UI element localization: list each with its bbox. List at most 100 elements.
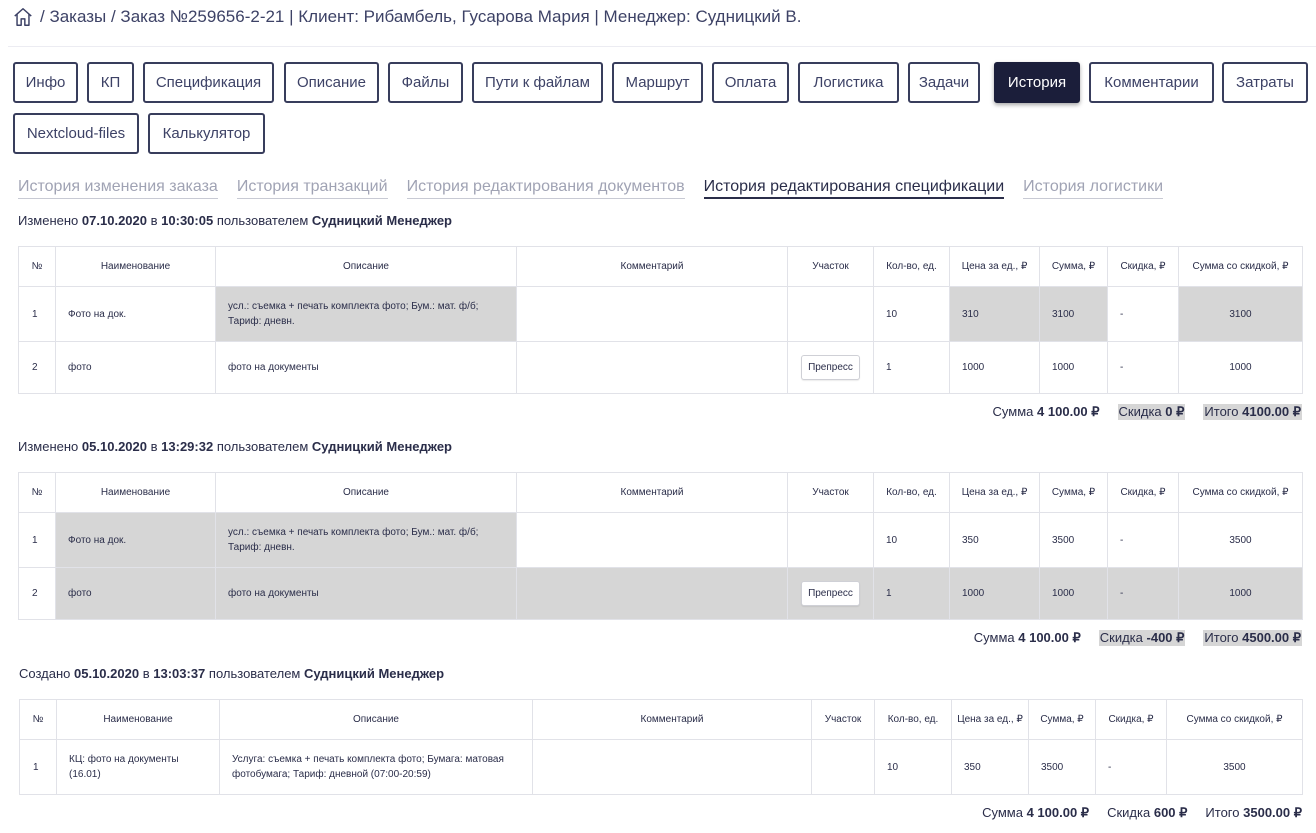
col-description: Описание [219,699,533,740]
breadcrumb: / Заказы / Заказ №259656-2-21 | Клиент: … [12,6,801,28]
change-at: в [150,213,158,228]
table-row: 1 Фото на док. усл.: съемка + печать ком… [18,512,1303,568]
col-name: Наименование [55,246,216,287]
subtab-documents[interactable]: История редактирования документов [406,177,685,199]
col-name: Наименование [56,699,220,740]
tab-route[interactable]: Маршрут [612,62,703,103]
totals-discount: Скидка -400 ₽ [1098,630,1186,646]
col-name: Наименование [55,472,216,513]
history-subtabs: История изменения заказа История транзак… [18,177,1164,199]
totals: Сумма 4 100.00 ₽ Скидка -400 ₽ Итого 450… [974,630,1302,646]
col-total: Сумма со скидкой, ₽ [1178,472,1303,513]
change-time: 10:30:05 [161,213,214,228]
totals-total: Итого 3500.00 ₽ [1205,805,1302,820]
table-row: 2 фото фото на документы Препресс 1 1000… [18,341,1303,394]
col-qty: Кол-во, ед. [873,472,950,513]
change-date: 07.10.2020 [81,213,147,228]
change-header: Изменено 07.10.2020 в 10:30:05 пользоват… [18,213,452,228]
tab-file-paths[interactable]: Пути к файлам [472,62,603,103]
tab-description[interactable]: Описание [284,62,379,103]
table-row: 1 КЦ: фото на документы (16.01) Услуга: … [19,739,1303,795]
col-description: Описание [215,246,517,287]
totals: Сумма 4 100.00 ₽ Скидка 0 ₽ Итого 4100.0… [993,404,1302,420]
totals-total: Итого 4500.00 ₽ [1203,630,1302,646]
col-price: Цена за ед., ₽ [949,246,1040,287]
change-action: Изменено [18,213,79,228]
col-sum: Сумма, ₽ [1028,699,1096,740]
tab-history[interactable]: История [994,62,1080,103]
tab-nextcloud-files[interactable]: Nextcloud-files [13,113,139,154]
table-header-row: № Наименование Описание Комментарий Учас… [18,472,1303,513]
totals-discount: Скидка 600 ₽ [1107,805,1188,820]
tab-kp[interactable]: КП [87,62,134,103]
home-icon[interactable] [12,6,34,28]
change-action: Создано [19,666,71,681]
col-num: № [18,472,56,513]
table-header-row: № Наименование Описание Комментарий Учас… [19,699,1303,740]
spec-table: № Наименование Описание Комментарий Учас… [18,472,1303,620]
change-date: 05.10.2020 [81,439,147,454]
change-by: пользователем [216,439,309,454]
change-header: Изменено 05.10.2020 в 13:29:32 пользоват… [18,439,452,454]
change-user: Судницкий Менеджер [311,439,452,454]
subtab-logistics[interactable]: История логистики [1023,177,1164,199]
col-section: Участок [811,699,875,740]
totals-sum: Сумма 4 100.00 ₽ [982,805,1090,820]
totals-sum: Сумма 4 100.00 ₽ [992,404,1100,419]
tab-files[interactable]: Файлы [388,62,463,103]
col-comment: Комментарий [532,699,812,740]
change-date: 05.10.2020 [74,666,140,681]
change-user: Судницкий Менеджер [303,666,445,681]
col-sum: Сумма, ₽ [1039,472,1108,513]
col-section: Участок [787,472,874,513]
col-total: Сумма со скидкой, ₽ [1178,246,1303,287]
col-section: Участок [787,246,874,287]
change-time: 13:29:32 [161,439,214,454]
col-comment: Комментарий [516,472,788,513]
subtab-transactions[interactable]: История транзакций [236,177,388,199]
change-by: пользователем [208,666,301,681]
tab-specification[interactable]: Спецификация [143,62,274,103]
totals-discount: Скидка 0 ₽ [1117,404,1186,420]
section-badge[interactable]: Препресс [801,581,860,606]
change-time: 13:03:37 [153,666,206,681]
tab-logistics[interactable]: Логистика [798,62,899,103]
totals-sum: Сумма 4 100.00 ₽ [973,630,1081,645]
totals-total: Итого 4100.00 ₽ [1203,404,1302,420]
col-price: Цена за ед., ₽ [949,472,1040,513]
table-header-row: № Наименование Описание Комментарий Учас… [18,246,1303,287]
tab-comments[interactable]: Комментарии [1089,62,1214,103]
col-price: Цена за ед., ₽ [951,699,1029,740]
change-at: в [142,666,150,681]
col-total: Сумма со скидкой, ₽ [1166,699,1303,740]
tab-info[interactable]: Инфо [13,62,78,103]
spec-table: № Наименование Описание Комментарий Учас… [18,246,1303,394]
header-divider [8,46,1316,47]
change-by: пользователем [216,213,309,228]
change-user: Судницкий Менеджер [311,213,452,228]
col-qty: Кол-во, ед. [874,699,952,740]
change-header: Создано 05.10.2020 в 13:03:37 пользовате… [19,666,444,681]
subtab-specification[interactable]: История редактирования спецификации [703,177,1005,199]
col-discount: Скидка, ₽ [1107,472,1179,513]
tab-payment[interactable]: Оплата [712,62,789,103]
col-discount: Скидка, ₽ [1095,699,1167,740]
change-at: в [150,439,158,454]
breadcrumb-text[interactable]: / Заказы / Заказ №259656-2-21 | Клиент: … [40,7,801,27]
section-badge[interactable]: Препресс [801,355,860,380]
col-comment: Комментарий [516,246,788,287]
tab-tasks[interactable]: Задачи [908,62,980,103]
col-qty: Кол-во, ед. [873,246,950,287]
change-action: Изменено [18,439,79,454]
tab-calculator[interactable]: Калькулятор [148,113,265,154]
totals: Сумма 4 100.00 ₽ Скидка 600 ₽ Итого 3500… [982,805,1302,821]
col-description: Описание [215,472,517,513]
tab-costs[interactable]: Затраты [1222,62,1308,103]
spec-table: № Наименование Описание Комментарий Учас… [19,699,1303,795]
table-row: 2 фото фото на документы Препресс 1 1000… [18,567,1303,620]
subtab-order-changes[interactable]: История изменения заказа [18,177,218,199]
col-discount: Скидка, ₽ [1107,246,1179,287]
col-num: № [19,699,57,740]
col-sum: Сумма, ₽ [1039,246,1108,287]
col-num: № [18,246,56,287]
